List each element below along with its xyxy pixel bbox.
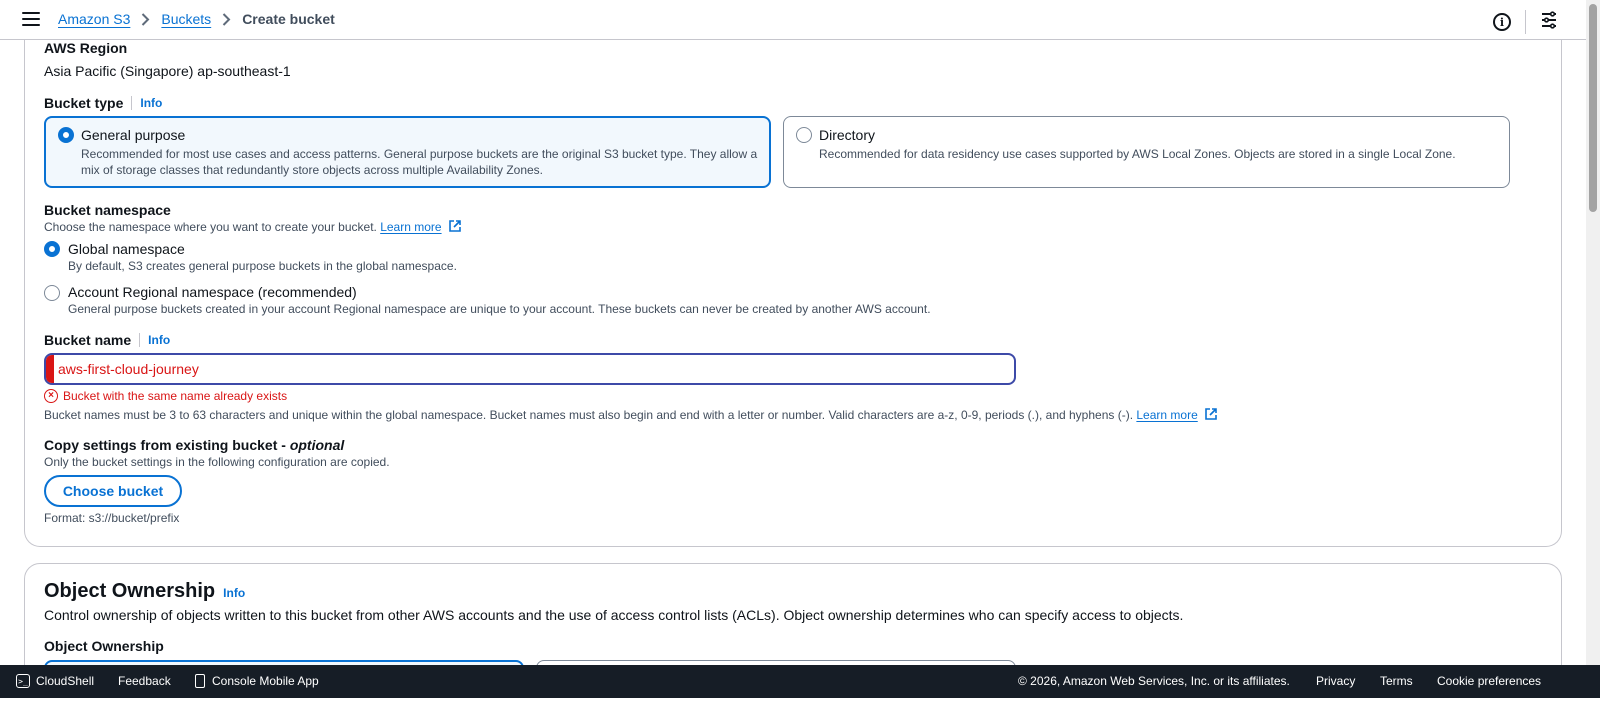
error-indicator-bar [46,355,54,383]
bucket-name-learn-more-link[interactable]: Learn more [1136,408,1197,422]
breadcrumb-amazon-s3[interactable]: Amazon S3 [58,11,130,27]
breadcrumb-buckets[interactable]: Buckets [161,11,211,27]
bucket-namespace-desc: Choose the namespace where you want to c… [44,220,377,234]
terms-link[interactable]: Terms [1380,674,1413,688]
global-namespace-desc: By default, S3 creates general purpose b… [68,259,457,273]
general-purpose-radio[interactable] [58,127,74,143]
copy-settings-label: Copy settings from existing bucket - opt… [44,437,344,453]
directory-title: Directory [819,127,876,143]
privacy-link[interactable]: Privacy [1316,674,1355,688]
account-regional-namespace-desc: General purpose buckets created in your … [68,302,931,316]
copy-settings-label-text: Copy settings from existing bucket - [44,437,290,453]
bucket-name-error-text: Bucket with the same name already exists [63,389,288,403]
global-namespace-radio[interactable] [44,241,60,257]
bucket-name-input[interactable] [58,355,998,383]
copyright-text: © 2026, Amazon Web Services, Inc. or its… [1018,674,1290,688]
external-link-icon [1205,408,1217,420]
directory-desc: Recommended for data residency use cases… [819,147,1456,161]
general-purpose-desc: Recommended for most use cases and acces… [81,147,758,177]
bucket-name-error: × Bucket with the same name already exis… [44,389,287,403]
console-mobile-app-link[interactable]: Console Mobile App [195,674,319,688]
page-scrollbar[interactable] [1586,0,1600,677]
breadcrumb-create-bucket: Create bucket [242,11,335,27]
settings-panel-icon[interactable] [1540,10,1558,34]
object-ownership-desc: Control ownership of objects written to … [44,607,1184,623]
bucket-namespace-label: Bucket namespace [44,202,171,218]
bottom-edge [0,698,1600,712]
aws-region-value: Asia Pacific (Singapore) ap-southeast-1 [44,63,291,79]
namespace-learn-more-link[interactable]: Learn more [380,220,441,234]
top-navigation-bar: Amazon S3 Buckets Create bucket i [0,0,1586,40]
cloudshell-icon: >_ [16,674,30,688]
bucket-type-label: Bucket type [44,95,124,111]
cookie-preferences-link[interactable]: Cookie preferences [1437,674,1541,688]
format-hint: Format: s3://bucket/prefix [44,511,180,525]
scrollbar-thumb[interactable] [1589,4,1597,212]
bucket-name-help: Bucket names must be 3 to 63 characters … [44,408,1134,422]
info-icon[interactable]: i [1493,13,1511,31]
global-namespace-title: Global namespace [68,241,185,257]
chevron-right-icon [141,12,150,26]
choose-bucket-button[interactable]: Choose bucket [44,475,182,507]
chevron-right-icon [222,12,231,26]
object-ownership-info-link[interactable]: Info [223,586,245,600]
cloudshell-label: CloudShell [36,674,95,688]
bucket-type-directory-tile[interactable]: Directory Recommended for data residency… [783,116,1510,188]
cloudshell-button[interactable]: >_ CloudShell [16,674,94,688]
bucket-name-input-wrapper [44,353,1016,385]
copy-settings-desc: Only the bucket settings in the followin… [44,455,390,469]
bucket-name-label: Bucket name [44,332,132,348]
main-content: AWS Region Asia Pacific (Singapore) ap-s… [0,40,1586,677]
aws-region-label: AWS Region [44,40,128,56]
bucket-name-info-link[interactable]: Info [139,333,170,347]
console-footer: >_ CloudShell Feedback Console Mobile Ap… [0,665,1600,698]
error-icon: × [44,389,58,403]
bucket-type-info-link[interactable]: Info [131,96,162,110]
mobile-phone-icon [195,674,205,688]
menu-icon[interactable] [22,12,40,28]
account-regional-namespace-radio[interactable] [44,285,60,301]
object-ownership-sub-label: Object Ownership [44,638,164,654]
copy-settings-optional: optional [289,437,345,453]
directory-radio[interactable] [796,127,812,143]
external-link-icon [449,220,461,232]
object-ownership-title: Object Ownership [44,580,216,602]
account-regional-namespace-title: Account Regional namespace (recommended) [68,284,357,300]
general-purpose-title: General purpose [81,127,186,143]
console-mobile-app-label: Console Mobile App [212,674,319,688]
feedback-link[interactable]: Feedback [118,674,171,688]
breadcrumb: Amazon S3 Buckets Create bucket [58,11,335,27]
bucket-type-general-purpose-tile[interactable]: General purpose Recommended for most use… [44,116,771,188]
divider [1525,10,1526,34]
